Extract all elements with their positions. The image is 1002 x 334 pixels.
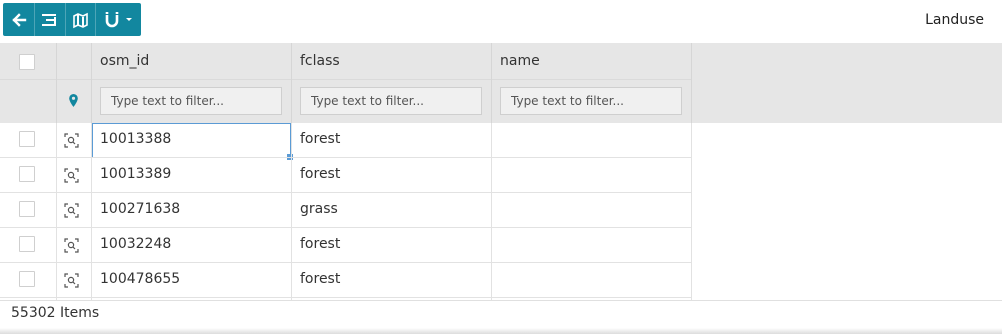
column-divider xyxy=(491,123,492,300)
back-button[interactable] xyxy=(3,3,35,36)
filter-input-fclass[interactable] xyxy=(300,87,482,115)
table-row[interactable]: 10013388 forest xyxy=(0,123,692,160)
row-checkbox[interactable] xyxy=(19,131,35,147)
column-divider xyxy=(691,43,692,123)
zoom-to-feature-icon[interactable] xyxy=(64,203,79,218)
row-checkbox[interactable] xyxy=(19,166,35,182)
cell-fclass[interactable]: forest xyxy=(300,166,340,182)
column-divider xyxy=(691,123,692,300)
zoom-to-feature-icon[interactable] xyxy=(64,273,79,288)
filter-list-icon xyxy=(42,13,56,26)
filter-list-button[interactable] xyxy=(35,3,66,36)
cell-osm-id[interactable]: 10013389 xyxy=(100,166,171,182)
cell-fclass[interactable]: forest xyxy=(300,236,340,252)
grid-footer: 55302 Items xyxy=(0,300,1002,334)
column-divider xyxy=(491,43,492,123)
table-row[interactable]: 100478655 forest xyxy=(0,263,692,298)
column-divider xyxy=(291,123,292,300)
row-divider xyxy=(0,157,692,158)
column-divider xyxy=(291,43,292,123)
row-divider xyxy=(0,192,692,193)
chevron-down-icon xyxy=(125,17,132,21)
layer-title: Landuse xyxy=(925,12,984,28)
row-checkbox[interactable] xyxy=(19,236,35,252)
row-checkbox[interactable] xyxy=(19,271,35,287)
zoom-to-feature-icon[interactable] xyxy=(64,168,79,183)
grid-header: osm_id fclass name xyxy=(0,43,1002,123)
cell-fclass[interactable]: forest xyxy=(300,271,340,287)
column-divider xyxy=(56,43,57,123)
cell-fclass[interactable]: grass xyxy=(300,201,338,217)
row-divider xyxy=(0,262,692,263)
map-sync-icon xyxy=(72,12,88,28)
zoom-to-feature-icon[interactable] xyxy=(64,238,79,253)
column-header-osm-id[interactable]: osm_id xyxy=(100,53,149,69)
column-header-name[interactable]: name xyxy=(500,53,540,69)
item-count: 55302 Items xyxy=(11,305,100,321)
magnet-icon xyxy=(105,11,118,27)
column-divider xyxy=(56,123,57,300)
cell-osm-id[interactable]: 10032248 xyxy=(100,236,171,252)
row-divider xyxy=(0,297,692,298)
filter-input-osm-id[interactable] xyxy=(100,87,282,115)
column-divider xyxy=(91,123,92,300)
cell-osm-id[interactable]: 100271638 xyxy=(100,201,180,217)
header-divider xyxy=(0,79,692,80)
cell-osm-id[interactable]: 100478655 xyxy=(100,271,180,287)
select-all-checkbox[interactable] xyxy=(19,54,35,70)
filter-input-name[interactable] xyxy=(500,87,682,115)
row-checkbox[interactable] xyxy=(19,201,35,217)
cell-fclass[interactable]: forest xyxy=(300,131,340,147)
zoom-to-feature-icon[interactable] xyxy=(64,133,79,148)
table-row[interactable]: 100271638 grass xyxy=(0,193,692,228)
map-pin-icon[interactable] xyxy=(68,93,79,108)
table-row[interactable]: 10032248 forest xyxy=(0,228,692,263)
magnet-dropdown-button[interactable] xyxy=(96,3,141,36)
grid-toolbar xyxy=(3,3,141,36)
arrow-left-icon xyxy=(11,12,26,27)
row-divider xyxy=(0,227,692,228)
column-header-fclass[interactable]: fclass xyxy=(300,53,340,69)
column-divider xyxy=(91,43,92,123)
table-row[interactable]: 10013389 forest xyxy=(0,158,692,193)
sync-map-button[interactable] xyxy=(66,3,96,36)
footer-shadow xyxy=(0,328,1002,334)
active-cell-border xyxy=(92,123,291,158)
